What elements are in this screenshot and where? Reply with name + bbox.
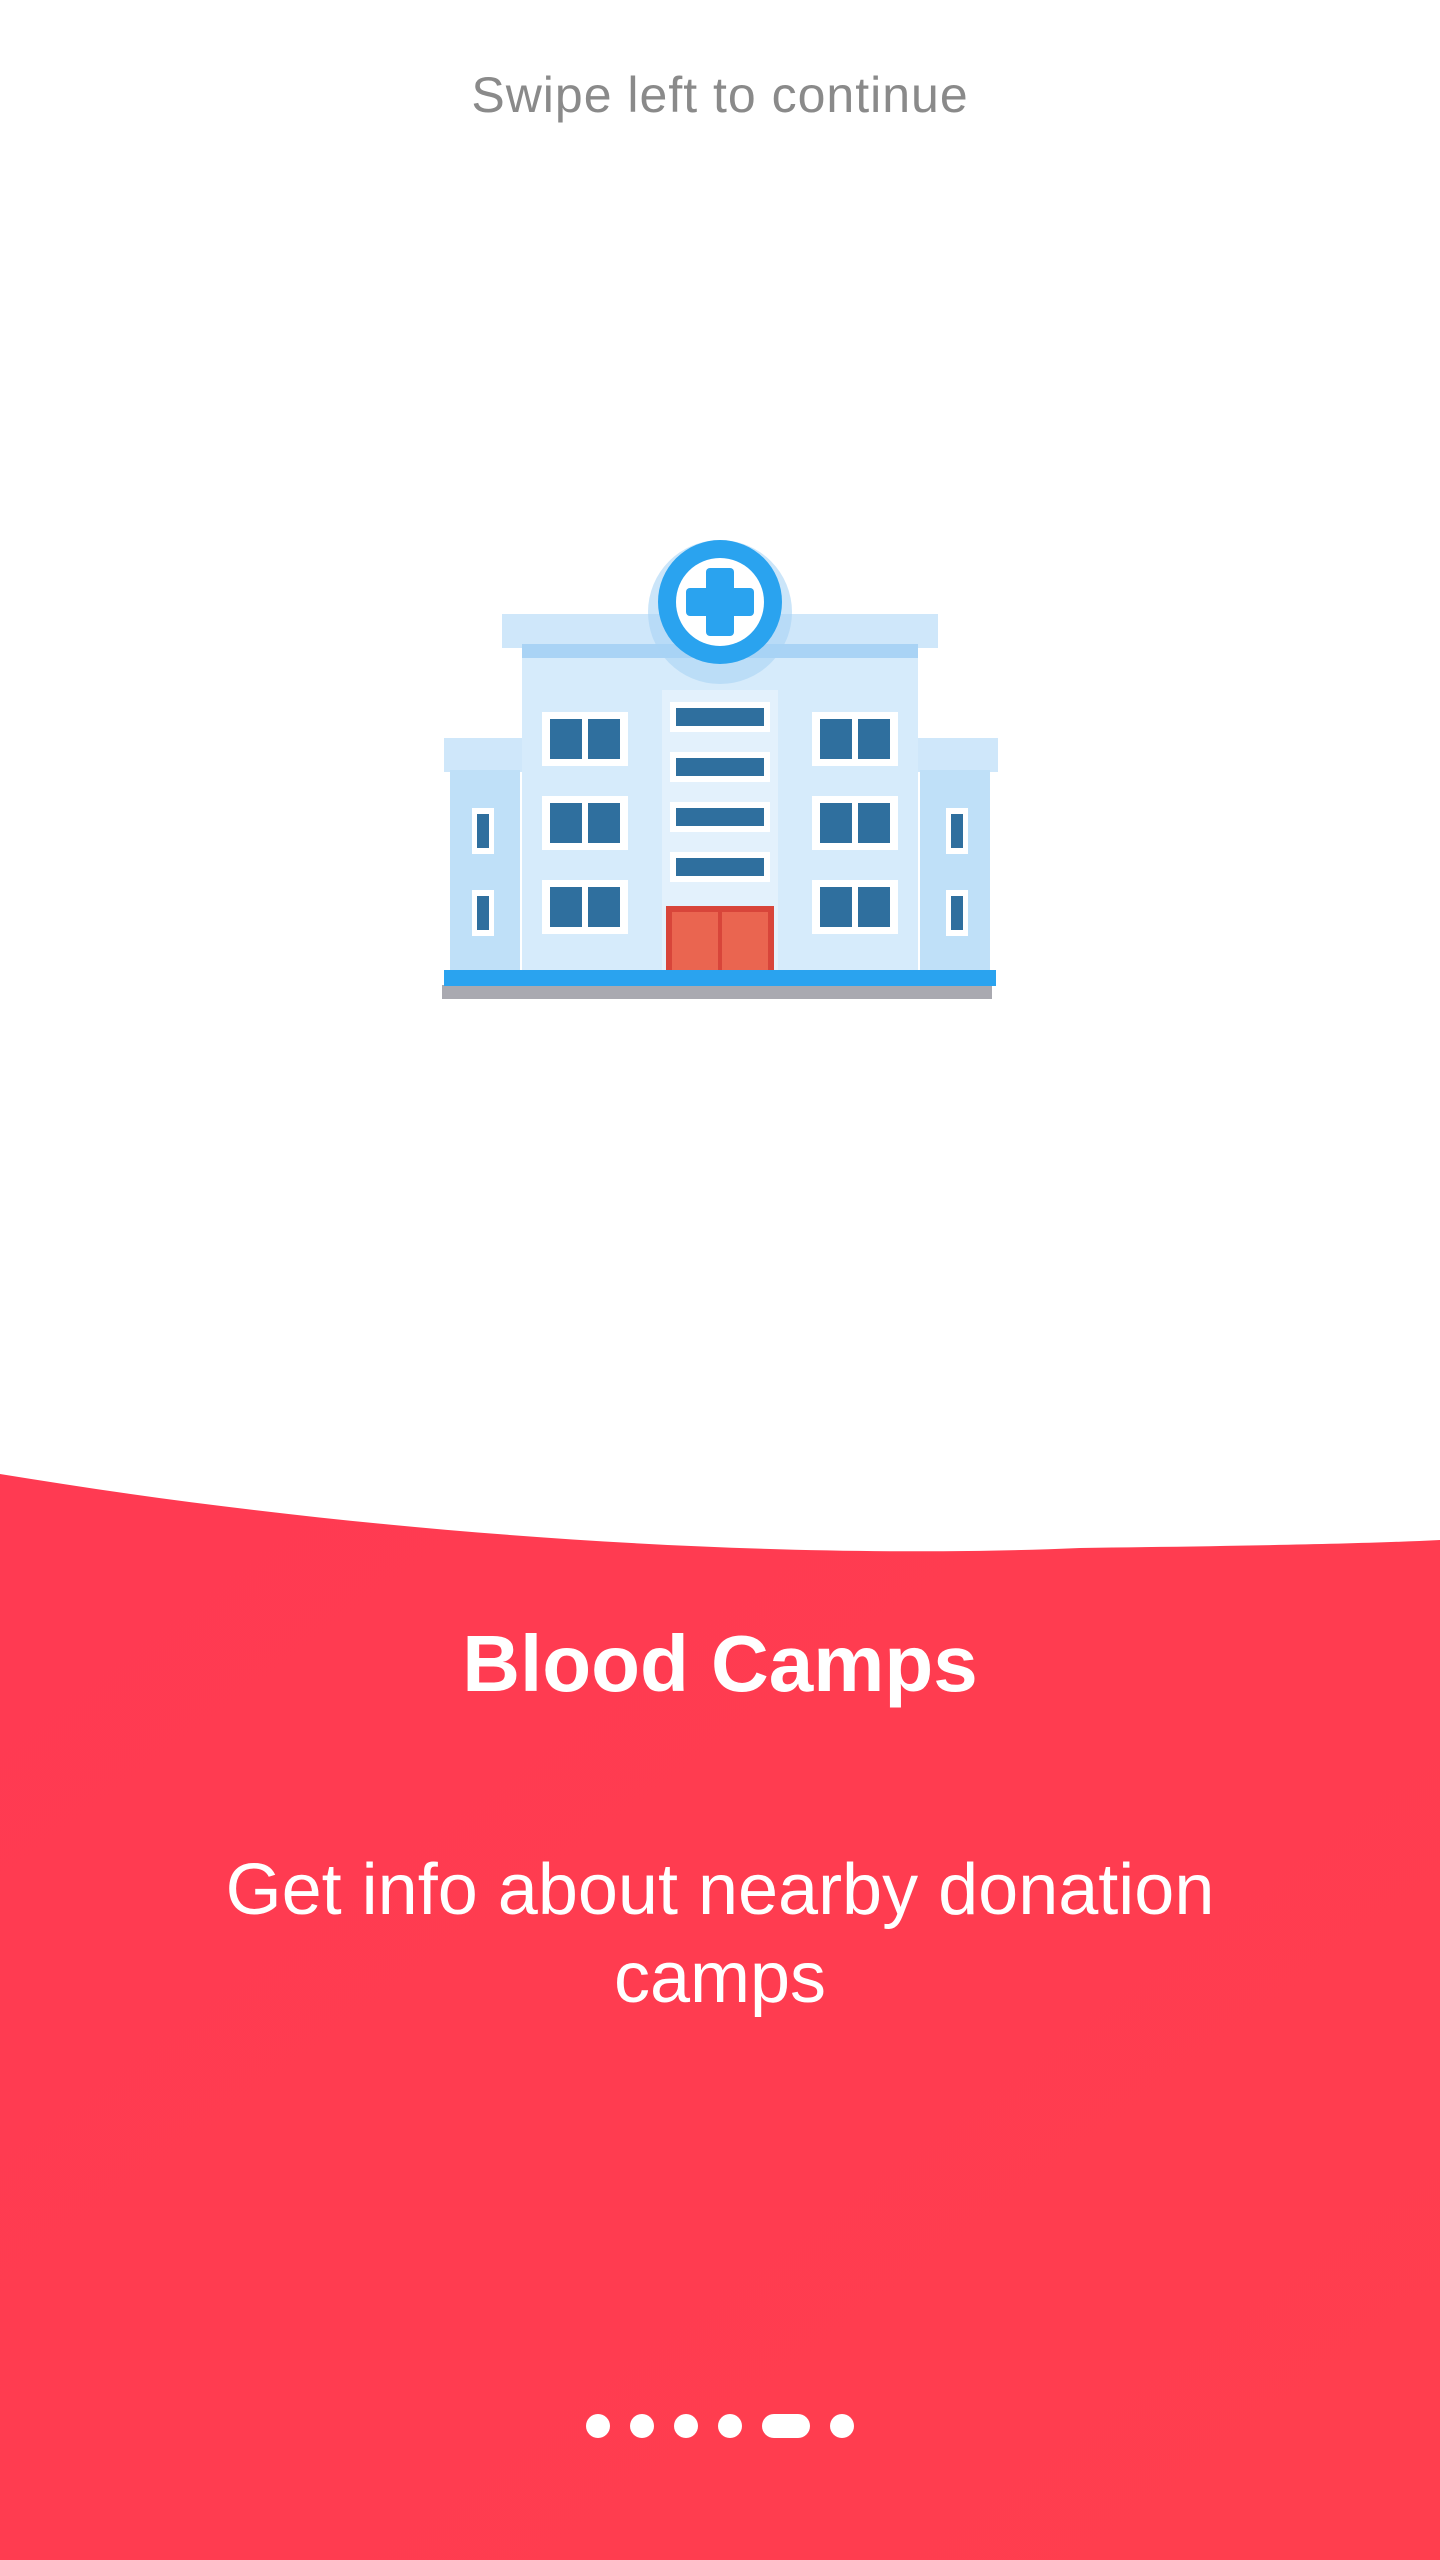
page-dot[interactable]	[630, 2414, 654, 2438]
page-dot[interactable]	[830, 2414, 854, 2438]
onboarding-screen[interactable]: Swipe left to continue Blood Camps Get i…	[0, 0, 1440, 2560]
onboarding-title: Blood Camps	[462, 1619, 978, 1708]
onboarding-subtitle: Get info about nearby donation camps	[225, 1850, 1215, 2018]
page-dot[interactable]	[674, 2414, 698, 2438]
page-dot-active[interactable]	[762, 2414, 810, 2438]
page-indicator	[0, 2414, 1440, 2438]
page-dot[interactable]	[718, 2414, 742, 2438]
bottom-panel-background	[0, 1474, 1440, 2560]
page-dot[interactable]	[586, 2414, 610, 2438]
